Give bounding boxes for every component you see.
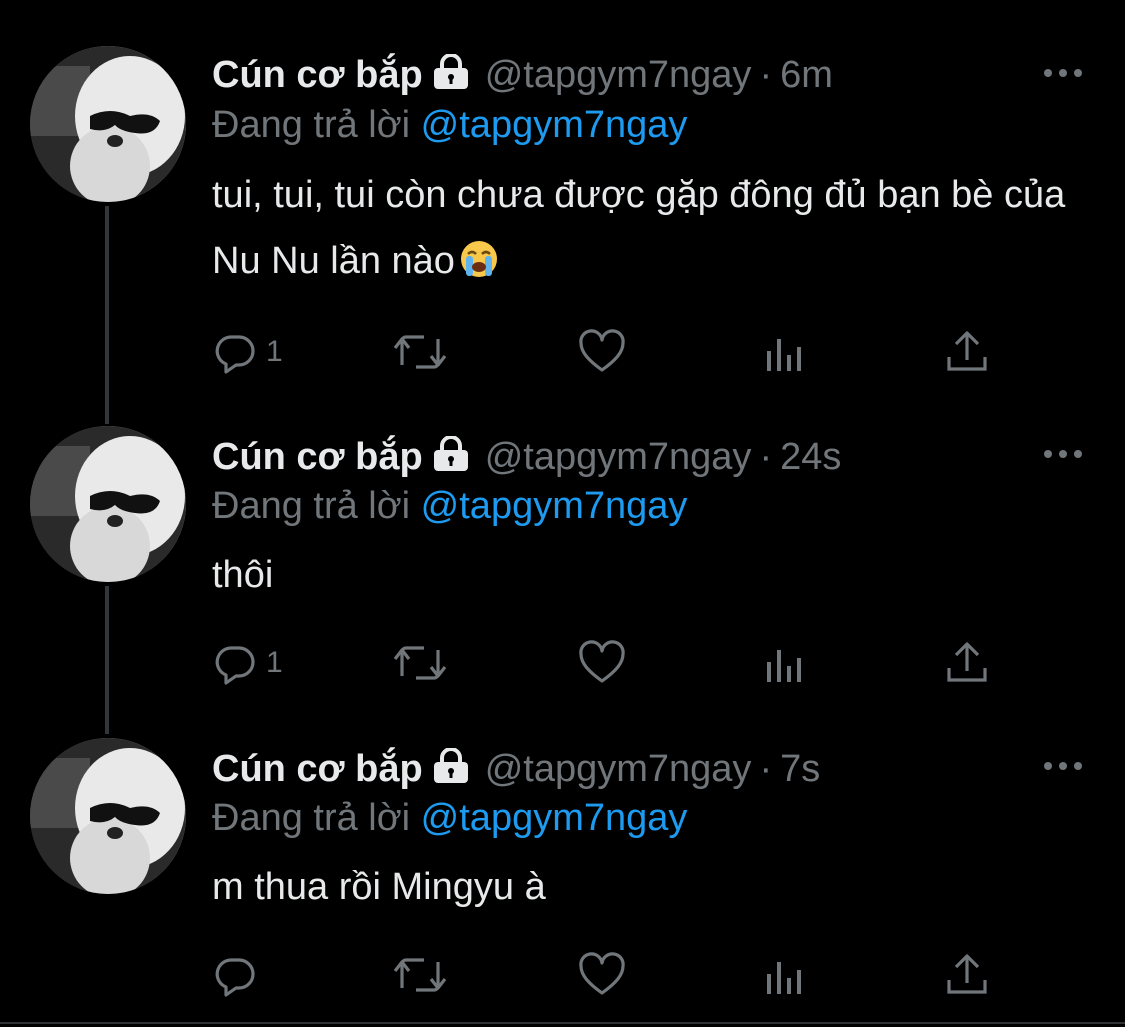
timestamp[interactable]: 7s (780, 748, 820, 790)
tweet-actions (212, 950, 1012, 1000)
reply-context: Đang trả lời @tapgym7ngay (212, 796, 687, 840)
reply-prefix: Đang trả lời (212, 797, 411, 839)
share-icon (947, 954, 987, 994)
tweet-text-container: m thua rồi Mingyu à (212, 854, 1082, 920)
handle[interactable]: @tapgym7ngay (485, 748, 752, 790)
like-button[interactable] (578, 950, 626, 1000)
separator: · (759, 748, 773, 790)
retweet-icon (393, 958, 447, 992)
lock-icon (431, 747, 471, 794)
reply-icon (215, 958, 255, 997)
avatar[interactable] (30, 738, 186, 894)
share-button[interactable] (945, 950, 989, 1000)
more-options-icon[interactable] (1043, 759, 1083, 775)
retweet-button[interactable] (392, 950, 448, 1000)
divider (0, 1022, 1125, 1024)
tweet[interactable]: Cún cơ bắp @tapgym7ngay · 7s Đang trả lời @… (0, 0, 1125, 1020)
analytics-icon (767, 962, 801, 994)
tweet-text: m thua rồi Mingyu à (212, 866, 546, 908)
reply-mention[interactable]: @tapgym7ngay (421, 797, 688, 839)
like-icon (579, 952, 625, 995)
reply-button[interactable] (212, 950, 266, 1000)
analytics-button[interactable] (765, 950, 805, 1000)
display-name[interactable]: Cún cơ bắp (212, 748, 423, 790)
